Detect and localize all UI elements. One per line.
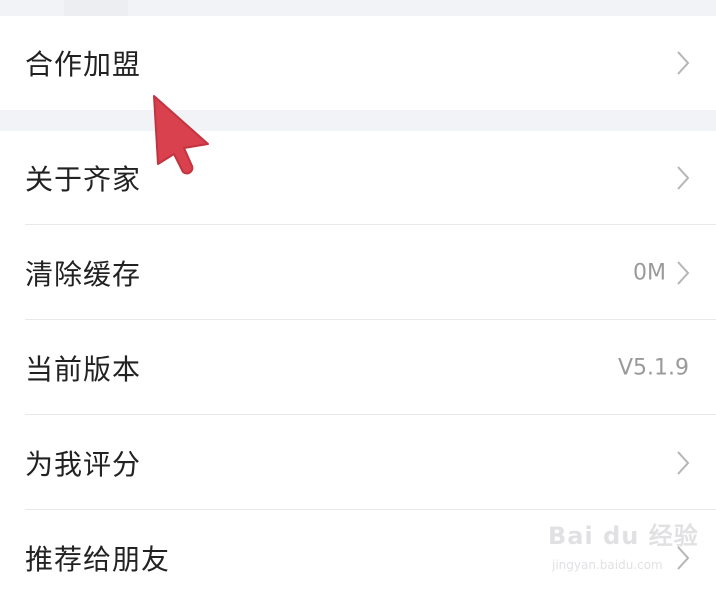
- row-divider: [25, 224, 716, 225]
- watermark-brand: Bai du 经验: [548, 522, 699, 550]
- row-label: 为我评分: [25, 448, 142, 481]
- version-value: V5.1.9: [617, 355, 689, 381]
- chevron-right-icon: [677, 166, 690, 190]
- row-divider: [25, 509, 716, 510]
- row-divider: [25, 319, 716, 320]
- settings-row-clear-cache[interactable]: 清除缓存 0M: [0, 226, 716, 320]
- row-label: 推荐给朋友: [25, 543, 171, 576]
- settings-screen: 合作加盟 关于齐家 清除缓存 0M 当前版本 V5.1.9 为我评分 推荐给朋友…: [0, 0, 716, 592]
- row-label: 合作加盟: [25, 48, 142, 81]
- settings-row-about[interactable]: 关于齐家: [0, 131, 716, 225]
- top-section-remnant: [64, 0, 128, 16]
- row-label: 关于齐家: [25, 163, 142, 196]
- settings-group-partnership: 合作加盟: [0, 16, 716, 110]
- watermark-url: jingyan.baidu.com: [552, 558, 663, 572]
- row-divider: [25, 414, 716, 415]
- settings-row-rate-us[interactable]: 为我评分: [0, 416, 716, 510]
- arrow-cursor-icon: [153, 95, 209, 175]
- chevron-right-icon: [677, 51, 690, 75]
- baidu-jingyan-watermark: Bai du 经验 jingyan.baidu.com: [548, 514, 714, 580]
- chevron-right-icon: [677, 451, 690, 475]
- row-label: 当前版本: [25, 353, 142, 386]
- settings-row-current-version: 当前版本 V5.1.9: [0, 321, 716, 415]
- settings-row-partnership[interactable]: 合作加盟: [0, 16, 716, 110]
- cache-size-value: 0M: [633, 260, 666, 286]
- chevron-right-icon: [677, 261, 690, 285]
- row-label: 清除缓存: [25, 258, 142, 291]
